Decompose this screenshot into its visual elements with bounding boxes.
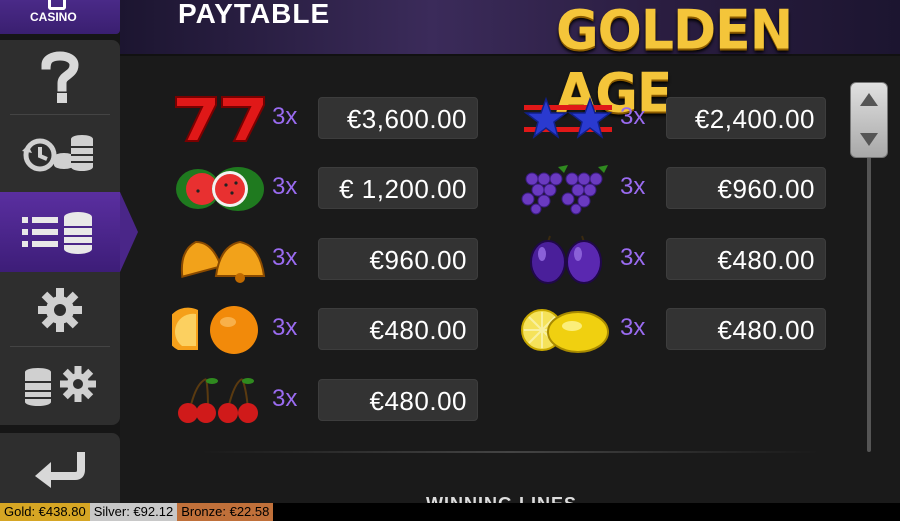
paytable-row: 3x €480.00 (172, 378, 482, 423)
casino-logo-icon (48, 0, 66, 10)
page-title: PAYTABLE (178, 0, 331, 29)
payout-amount: €960.00 (369, 245, 467, 275)
sidebar-divider (10, 346, 110, 347)
gold-jackpot: Gold: €438.80 (0, 503, 90, 521)
multiplier: 3x (620, 173, 646, 200)
payout-box: €480.00 (318, 379, 478, 421)
payout-box: €2,400.00 (666, 97, 826, 139)
payout-box: €960.00 (666, 167, 826, 209)
paytable-icon (22, 212, 92, 254)
multiplier: 3x (620, 314, 646, 341)
multiplier: 3x (620, 103, 646, 130)
payout-box: € 1,200.00 (318, 167, 478, 209)
header: PAYTABLE GOLDEN AGE (120, 0, 900, 125)
paytable-row: 3x €960.00 (172, 238, 482, 283)
settings-icon (38, 288, 82, 332)
scroll-track[interactable] (867, 152, 871, 452)
stars-symbol-icon (523, 96, 613, 139)
active-indicator (120, 192, 138, 272)
multiplier: 3x (620, 244, 646, 271)
paytable-row: 3x €2,400.00 (520, 96, 830, 139)
plums-symbol-icon (530, 235, 602, 284)
jackpot-bar: Gold: €438.80 Silver: €92.12 Bronze: €22… (0, 503, 900, 521)
payout-amount: €480.00 (369, 386, 467, 416)
back-button[interactable] (0, 433, 120, 503)
casino-tab[interactable]: CASINO (0, 0, 120, 34)
sidebar-divider (10, 114, 110, 115)
paytable-row: 3x € 1,200.00 (172, 167, 482, 211)
sidebar-menu (0, 40, 138, 425)
multiplier: 3x (272, 244, 298, 271)
payout-box: €3,600.00 (318, 97, 478, 139)
payout-box: €480.00 (666, 238, 826, 280)
bet-settings-icon (25, 366, 96, 406)
scroll-down-icon (860, 133, 878, 146)
cherries-symbol-icon (178, 378, 258, 423)
payout-amount: €480.00 (717, 245, 815, 275)
payout-amount: €480.00 (369, 315, 467, 345)
multiplier: 3x (272, 314, 298, 341)
help-icon (41, 51, 79, 103)
scrollbar[interactable] (850, 82, 890, 454)
bells-symbol-icon (180, 240, 266, 283)
paytable-row: 3x €480.00 (520, 308, 830, 353)
paytable-row: 3x €480.00 (520, 235, 830, 284)
scroll-up-icon (860, 93, 878, 106)
grapes-symbol-icon (521, 165, 608, 215)
section-divider (200, 451, 820, 453)
payout-amount: €2,400.00 (694, 104, 815, 134)
lemons-symbol-icon (521, 309, 609, 353)
payout-box: €480.00 (666, 308, 826, 350)
history-icon (22, 135, 93, 172)
multiplier: 3x (272, 103, 298, 130)
paytable-button[interactable] (0, 192, 138, 272)
bet-settings-button[interactable] (0, 348, 120, 422)
payout-amount: €3,600.00 (346, 104, 467, 134)
silver-jackpot: Silver: €92.12 (89, 503, 178, 521)
payout-amount: €480.00 (717, 315, 815, 345)
payout-box: €960.00 (318, 238, 478, 280)
settings-button[interactable] (0, 274, 120, 346)
multiplier: 3x (272, 385, 298, 412)
payout-amount: €960.00 (717, 174, 815, 204)
scroll-thumb[interactable] (850, 82, 888, 158)
help-button[interactable] (0, 40, 120, 114)
multiplier: 3x (272, 173, 298, 200)
history-button[interactable] (0, 116, 120, 190)
sevens-symbol-icon (175, 96, 265, 142)
back-arrow-icon (35, 452, 85, 488)
sidebar: CASINO (0, 0, 138, 503)
paytable-row: 3x €960.00 (520, 165, 830, 215)
watermelon-symbol-icon (176, 167, 264, 211)
casino-label: CASINO (30, 10, 77, 24)
payout-amount: € 1,200.00 (339, 174, 467, 204)
payout-box: €480.00 (318, 308, 478, 350)
back-group (0, 433, 120, 503)
paytable-row: 3x €480.00 (172, 306, 482, 354)
oranges-symbol-icon (172, 306, 258, 354)
paytable-row: 3x €3,600.00 (172, 96, 482, 142)
bronze-jackpot: Bronze: €22.58 (177, 503, 274, 521)
